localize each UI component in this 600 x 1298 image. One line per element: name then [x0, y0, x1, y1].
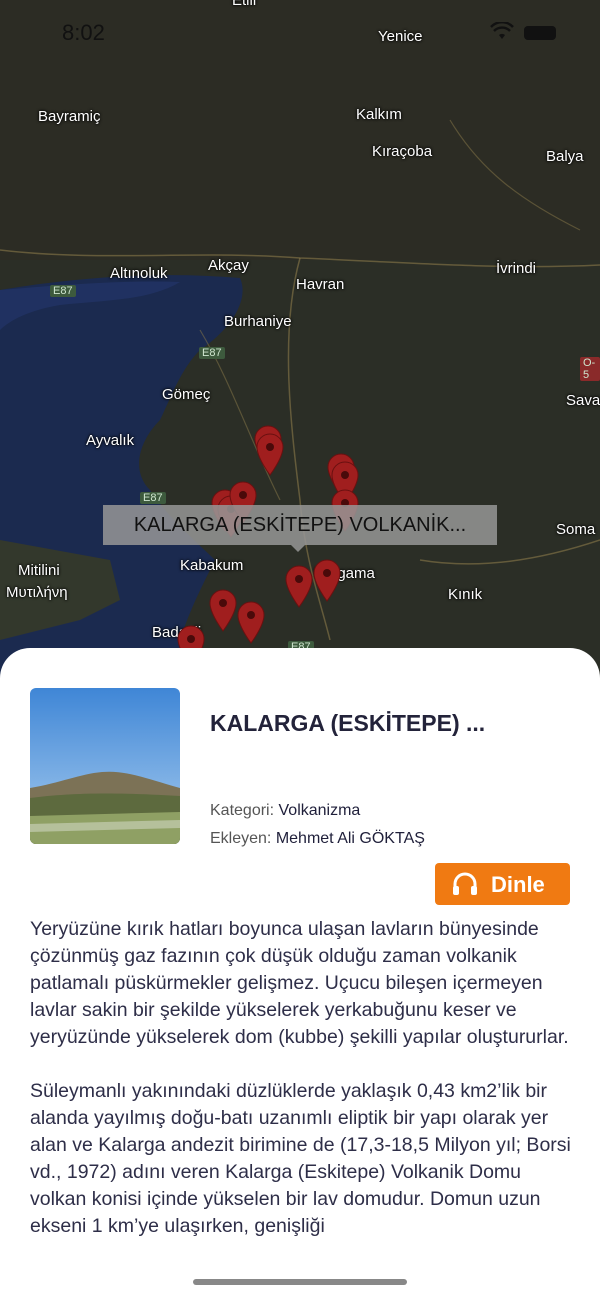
landmark-title: KALARGA (ESKİTEPE) ...	[210, 710, 486, 736]
detail-sheet: KALARGA (ESKİTEPE) ... Kategori: Volkani…	[0, 648, 600, 1298]
added-by-row: Ekleyen: Mehmet Ali GÖKTAŞ	[210, 830, 425, 848]
status-bar: 8:02	[0, 18, 600, 52]
category-label: Kategori:	[210, 802, 275, 819]
map-callout[interactable]: KALARGA (ESKİTEPE) VOLKANİK...	[103, 505, 497, 552]
map-label: Kıraçoba	[372, 143, 433, 160]
map-label: Etili	[232, 0, 257, 9]
status-time: 8:02	[62, 20, 105, 45]
map-view[interactable]: 8:02 Etili Yenice Bayramiç Kalkım Kıraço…	[0, 0, 600, 700]
road-sign: O-5	[580, 357, 600, 381]
map-label: Ayvalık	[86, 432, 135, 449]
map-label: Burhaniye	[224, 313, 292, 330]
map-label: Soma	[556, 521, 596, 538]
home-indicator[interactable]	[193, 1279, 407, 1285]
map-label: Kabakum	[180, 557, 244, 574]
road-sign: E87	[140, 492, 166, 504]
road-sign: E87	[199, 347, 225, 359]
map-pin-icon[interactable]	[284, 564, 314, 608]
category-row: Kategori: Volkanizma	[210, 802, 360, 820]
listen-label: Dinle	[491, 872, 545, 897]
map-label: Μυτιλήνη	[6, 584, 68, 601]
battery-icon	[524, 26, 556, 40]
description-paragraph: Yeryüzüne kırık hatları boyunca ulaşan l…	[30, 918, 569, 1048]
map-label: Kalkım	[356, 106, 402, 123]
map-pin-icon[interactable]	[312, 558, 342, 602]
headphones-icon	[452, 872, 478, 902]
map-label: Kınık	[448, 586, 483, 603]
added-by-value: Mehmet Ali GÖKTAŞ	[275, 830, 425, 847]
map-label: Akçay	[208, 257, 249, 274]
map-label: Bayramiç	[38, 108, 101, 125]
map-pin-icon[interactable]	[255, 432, 285, 476]
map-label: Mitilini	[18, 562, 60, 579]
category-value: Volkanizma	[278, 802, 361, 819]
map-pin-icon[interactable]	[208, 588, 238, 632]
map-pin-icon[interactable]	[236, 600, 266, 644]
map-label: Havran	[296, 276, 345, 293]
added-by-label: Ekleyen:	[210, 830, 272, 847]
map-label: Savaştepe	[566, 392, 600, 409]
map-label: Altınoluk	[110, 265, 168, 282]
road-sign: E87	[50, 285, 76, 297]
map-label: İvrindi	[496, 260, 537, 277]
map-label: Balya	[546, 148, 584, 165]
description-text: Yeryüzüne kırık hatları boyunca ulaşan l…	[30, 916, 575, 1236]
listen-button[interactable]: Dinle	[435, 863, 570, 905]
landmark-photo[interactable]	[30, 688, 180, 844]
map-label: Gömeç	[162, 386, 211, 403]
description-paragraph: Süleymanlı yakınındaki düzlüklerde yakla…	[30, 1080, 571, 1236]
